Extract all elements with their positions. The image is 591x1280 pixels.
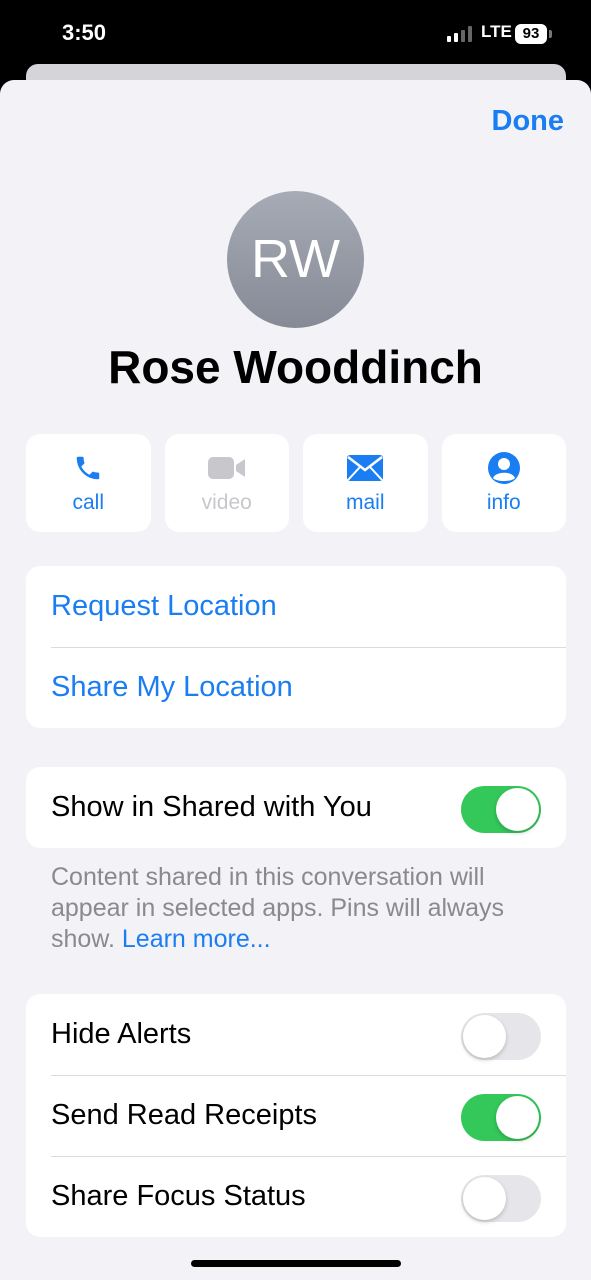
shared-with-you-row: Show in Shared with You xyxy=(26,767,566,848)
contact-name: Rose Wooddinch xyxy=(108,341,483,393)
battery-tip xyxy=(549,30,552,38)
info-button[interactable]: info xyxy=(441,434,566,532)
avatar: RW xyxy=(227,191,364,328)
share-location-row[interactable]: Share My Location xyxy=(26,647,566,728)
envelope-icon xyxy=(346,451,384,485)
signal-strength-icon xyxy=(447,26,477,42)
toggle-knob xyxy=(496,1096,539,1139)
call-button[interactable]: call xyxy=(26,434,151,532)
toggle-knob xyxy=(496,788,539,831)
read-receipts-row: Send Read Receipts xyxy=(26,1075,566,1156)
battery-icon: 93 xyxy=(515,24,547,44)
shared-with-you-label: Show in Shared with You xyxy=(51,791,372,823)
contact-actions: call video mail info xyxy=(26,434,566,532)
focus-status-label: Share Focus Status xyxy=(51,1180,306,1212)
video-label: video xyxy=(201,491,252,514)
phone-icon xyxy=(73,451,103,485)
call-label: call xyxy=(72,491,104,514)
home-indicator xyxy=(191,1260,401,1267)
hide-alerts-toggle[interactable] xyxy=(461,1013,541,1060)
hide-alerts-row: Hide Alerts xyxy=(26,994,566,1075)
read-receipts-toggle[interactable] xyxy=(461,1094,541,1141)
toggle-knob xyxy=(463,1015,506,1058)
video-camera-icon xyxy=(207,451,247,485)
read-receipts-label: Send Read Receipts xyxy=(51,1099,317,1131)
info-label: info xyxy=(486,491,521,514)
status-time: 3:50 xyxy=(62,20,107,45)
mail-button[interactable]: mail xyxy=(303,434,428,532)
location-card: Request Location Share My Location xyxy=(26,566,566,728)
conversation-settings-card: Hide Alerts Send Read Receipts Share Foc… xyxy=(26,994,566,1237)
shared-with-you-footnote: Content shared in this conversation will… xyxy=(51,862,551,955)
network-type: LTE xyxy=(481,22,512,41)
learn-more-link[interactable]: Learn more... xyxy=(122,925,271,953)
share-location-link[interactable]: Share My Location xyxy=(51,671,293,704)
focus-status-row: Share Focus Status xyxy=(26,1156,566,1237)
footnote-text: Content shared in this conversation will… xyxy=(51,863,505,953)
focus-status-toggle[interactable] xyxy=(461,1175,541,1222)
request-location-link[interactable]: Request Location xyxy=(51,590,277,623)
toggle-knob xyxy=(463,1177,506,1220)
person-circle-icon xyxy=(487,451,521,485)
shared-with-you-card: Show in Shared with You xyxy=(26,767,566,848)
request-location-row[interactable]: Request Location xyxy=(26,566,566,647)
video-button[interactable]: video xyxy=(164,434,289,532)
hide-alerts-label: Hide Alerts xyxy=(51,1018,192,1050)
shared-with-you-toggle[interactable] xyxy=(461,786,541,833)
status-bar: 3:50 LTE 93 xyxy=(0,0,591,70)
done-button[interactable]: Done xyxy=(492,105,565,138)
mail-label: mail xyxy=(345,491,385,514)
